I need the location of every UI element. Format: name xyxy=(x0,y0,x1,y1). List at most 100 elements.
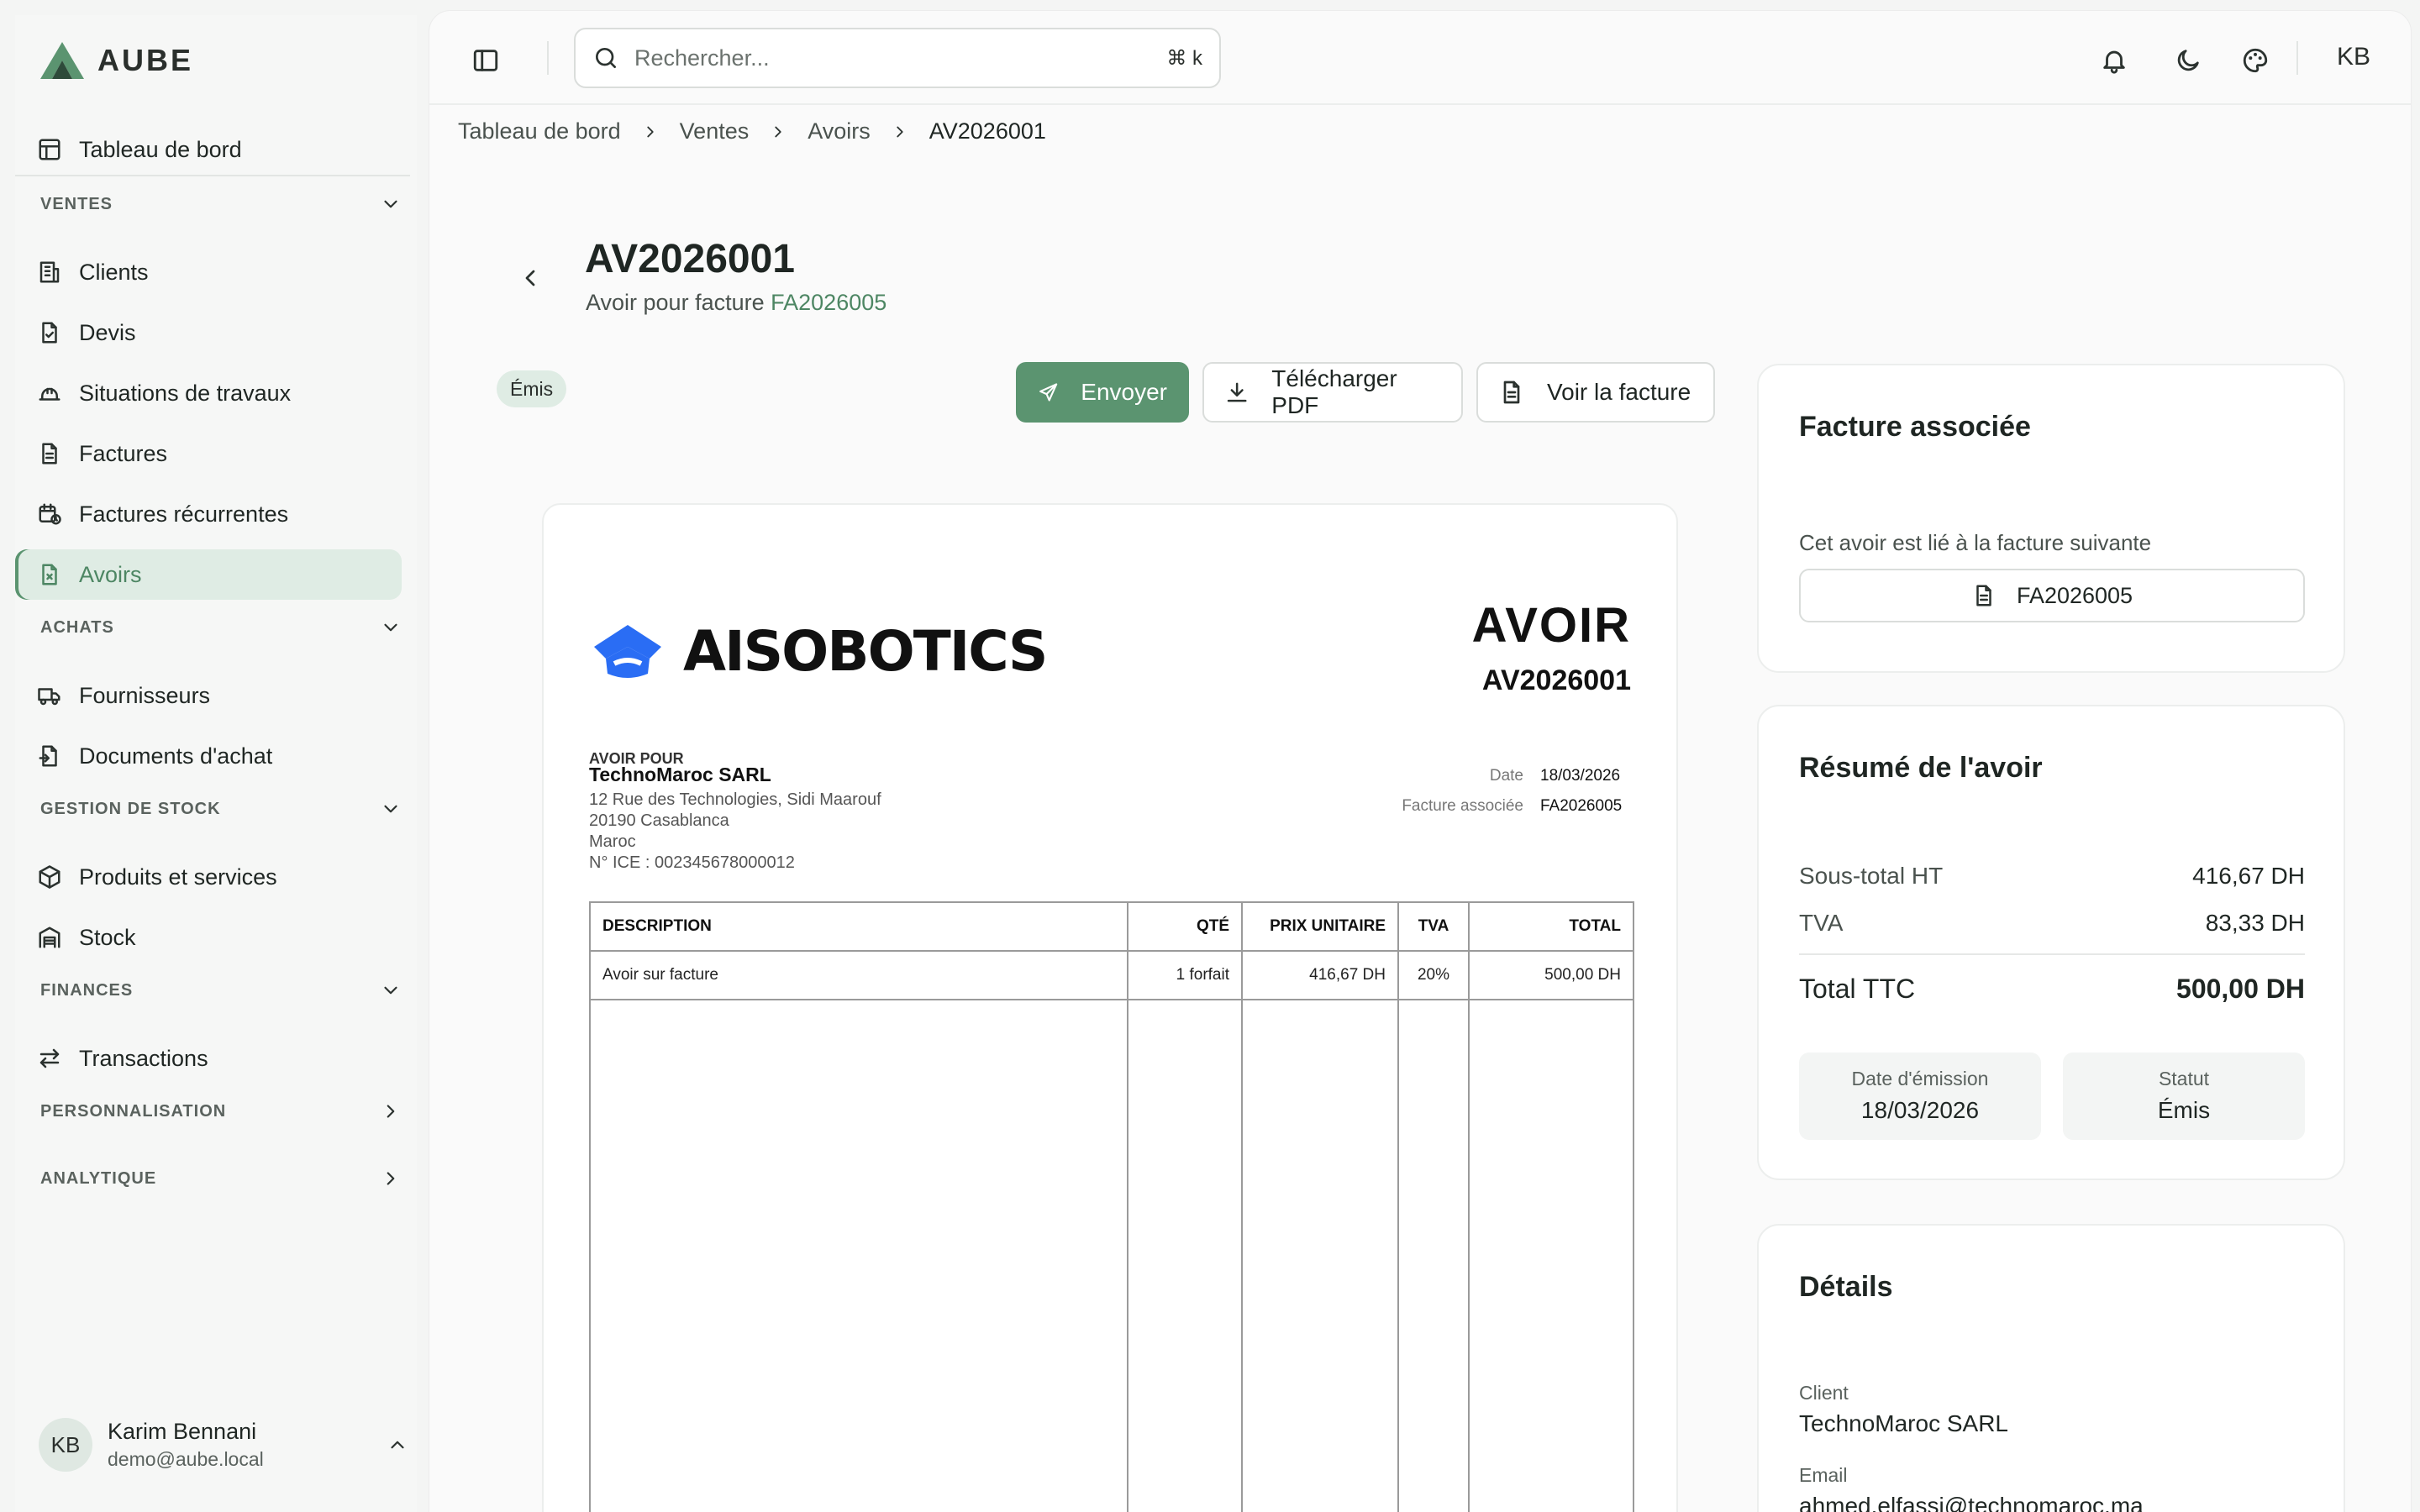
sidebar-item-transactions[interactable]: Transactions xyxy=(15,1033,402,1084)
breadcrumb-item[interactable]: Avoirs xyxy=(808,118,871,144)
section-label: ACHATS xyxy=(40,617,114,637)
summary-card: Résumé de l'avoir Sous-total HT 416,67 D… xyxy=(1757,705,2345,1180)
table-row: Avoir sur facture 1 forfait 416,67 DH 20… xyxy=(589,950,1634,1000)
issue-date-box: Date d'émission 18/03/2026 xyxy=(1799,1053,2041,1140)
section-label: GESTION DE STOCK xyxy=(40,799,221,818)
sidebar-item-label: Produits et services xyxy=(79,864,277,890)
search-input[interactable]: Rechercher... ⌘ k xyxy=(574,28,1221,88)
sidebar-item-stock[interactable]: Stock xyxy=(15,912,402,963)
section-personnalisation[interactable]: PERSONNALISATION xyxy=(40,1100,402,1122)
view-invoice-button[interactable]: Voir la facture xyxy=(1476,362,1715,423)
main-panel: Rechercher... ⌘ k KB Tableau de bord Ven… xyxy=(429,10,2412,1512)
file-check-icon xyxy=(42,322,57,344)
document-type: AVOIR xyxy=(1471,598,1631,653)
file-input-icon xyxy=(39,745,57,767)
details-card: Détails Client TechnoMaroc SARL Email ah… xyxy=(1757,1224,2345,1512)
file-text-icon xyxy=(1503,381,1520,404)
user-email: demo@aube.local xyxy=(108,1448,264,1470)
section-stock[interactable]: GESTION DE STOCK xyxy=(40,798,402,820)
breadcrumb-item[interactable]: Ventes xyxy=(680,118,750,144)
summary-subtotal-row: Sous-total HT 416,67 DH xyxy=(1799,863,2305,890)
sidebar-item-documents-achat[interactable]: Documents d'achat xyxy=(15,731,402,781)
section-achats[interactable]: ACHATS xyxy=(40,617,402,638)
summary-value: 500,00 DH xyxy=(2176,974,2305,1004)
avatar: KB xyxy=(39,1418,92,1472)
cell-description: Avoir sur facture xyxy=(589,950,1128,1000)
cell-vat: 20% xyxy=(1397,950,1470,1000)
breadcrumb-current: AV2026001 xyxy=(929,118,1046,144)
sidebar-item-label: Transactions xyxy=(79,1045,208,1071)
user-avatar-button[interactable]: KB xyxy=(2337,43,2370,71)
sidebar-item-label: Factures xyxy=(79,440,168,466)
summary-value: 83,33 DH xyxy=(2205,910,2305,936)
column-header: TVA xyxy=(1397,901,1470,952)
sidebar-item-label: Situations de travaux xyxy=(79,380,292,406)
send-button[interactable]: Envoyer xyxy=(1016,362,1189,423)
table-header-row: DESCRIPTION QTÉ PRIX UNITAIRE TVA TOTAL xyxy=(589,901,1634,952)
calendar-clock-icon xyxy=(39,503,61,525)
sidebar-item-clients[interactable]: Clients xyxy=(15,247,402,297)
section-ventes[interactable]: VENTES xyxy=(40,193,402,215)
sidebar-item-fournisseurs[interactable]: Fournisseurs xyxy=(15,670,402,721)
download-pdf-button[interactable]: Télécharger PDF xyxy=(1202,362,1463,423)
meta-value: 18/03/2026 xyxy=(1540,767,1621,785)
topbar-divider xyxy=(2296,41,2298,75)
sidebar-item-factures[interactable]: Factures xyxy=(15,428,402,479)
package-icon xyxy=(39,865,60,889)
sidebar-item-label: Stock xyxy=(79,924,136,950)
download-icon xyxy=(1227,382,1247,402)
topbar-divider xyxy=(547,41,549,75)
dashboard-icon xyxy=(39,139,60,160)
sidebar-item-label: Avoirs xyxy=(79,561,142,587)
invoice-link[interactable]: FA2026005 xyxy=(771,290,886,315)
chevron-down-icon xyxy=(384,623,397,632)
file-text-icon xyxy=(42,443,57,465)
summary-label: Sous-total HT xyxy=(1799,863,1944,889)
meta-label: Facture associée xyxy=(1402,797,1523,815)
moon-icon[interactable] xyxy=(2174,46,2202,75)
status-box: Statut Émis xyxy=(2063,1053,2305,1140)
hard-hat-icon xyxy=(39,387,60,401)
sidebar-item-situations[interactable]: Situations de travaux xyxy=(15,368,402,418)
palette-icon[interactable] xyxy=(2241,46,2270,75)
breadcrumb-item[interactable]: Tableau de bord xyxy=(458,118,621,144)
section-analytique[interactable]: ANALYTIQUE xyxy=(40,1168,402,1189)
sidebar-item-factures-recurrentes[interactable]: Factures récurrentes xyxy=(15,489,402,539)
sidebar-item-label: Documents d'achat xyxy=(79,743,273,769)
warehouse-icon xyxy=(39,927,60,948)
chevron-down-icon xyxy=(384,805,397,813)
meta-facture-associee: Facture associée FA2026005 xyxy=(1402,797,1631,816)
arrows-exchange-icon xyxy=(39,1048,60,1068)
card-title: Détails xyxy=(1799,1271,1893,1303)
detail-value[interactable]: ahmed.elfassi@technomaroc.ma xyxy=(1799,1493,2144,1512)
linked-invoice-button[interactable]: FA2026005 xyxy=(1799,569,2305,622)
user-name: Karim Bennani xyxy=(108,1419,257,1444)
client-address-line: 12 Rue des Technologies, Sidi Maarouf xyxy=(589,790,881,809)
summary-divider xyxy=(1799,953,2305,955)
user-menu[interactable]: KB Karim Bennani demo@aube.local xyxy=(39,1418,408,1472)
chevron-down-icon xyxy=(384,986,397,995)
sidebar-toggle-icon[interactable] xyxy=(471,46,500,75)
sidebar-item-devis[interactable]: Devis xyxy=(15,307,402,358)
subtitle-prefix: Avoir pour facture xyxy=(586,290,765,315)
search-icon xyxy=(596,48,616,68)
chevron-down-icon xyxy=(384,200,397,208)
stat-value: Émis xyxy=(2157,1097,2211,1123)
sidebar-item-label: Devis xyxy=(79,319,136,345)
section-label: ANALYTIQUE xyxy=(40,1168,157,1188)
brand-logo[interactable]: AUBE xyxy=(39,40,193,81)
section-finances[interactable]: FINANCES xyxy=(40,979,402,1001)
chevron-right-icon xyxy=(775,126,781,137)
detail-value: TechnoMaroc SARL xyxy=(1799,1410,2009,1436)
status-badge: Émis xyxy=(497,370,567,407)
building-icon xyxy=(39,261,60,283)
bell-icon[interactable] xyxy=(2100,46,2128,75)
sidebar-item-avoirs[interactable]: Avoirs xyxy=(15,549,402,600)
meta-value: FA2026005 xyxy=(1540,797,1623,815)
back-arrow-icon[interactable] xyxy=(517,265,544,291)
sidebar-item-dashboard[interactable]: Tableau de bord xyxy=(15,124,402,175)
chevron-up-icon xyxy=(391,1441,404,1449)
client-address-line: Maroc xyxy=(589,832,636,851)
sidebar-item-produits[interactable]: Produits et services xyxy=(15,852,402,902)
section-label: FINANCES xyxy=(40,980,134,1000)
